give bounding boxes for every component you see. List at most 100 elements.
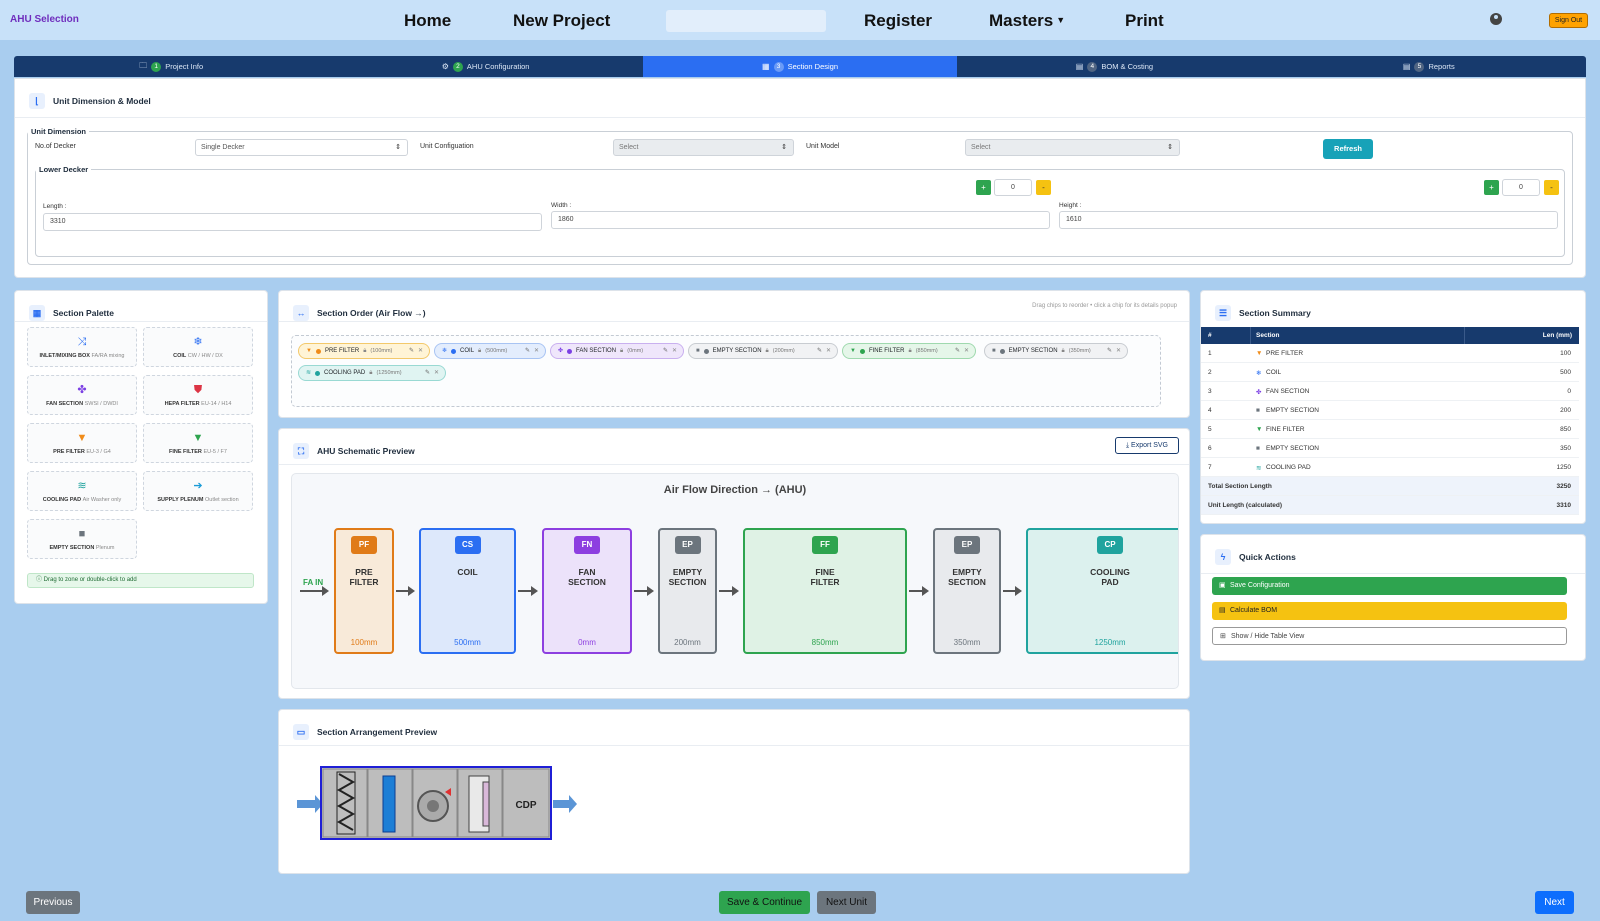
quick-actions-card: ϟ Quick Actions ▣ Save Configuration ▤ Calc…: [1200, 534, 1586, 661]
export-svg-button[interactable]: ⤓ Export SVG: [1115, 437, 1179, 454]
stepper-input[interactable]: 0: [1502, 179, 1540, 196]
increment-button[interactable]: +: [976, 180, 991, 195]
stepper-input[interactable]: 0: [994, 179, 1032, 196]
section-name: FINE FILTER: [745, 567, 905, 587]
remove-icon[interactable]: ✕: [826, 344, 831, 358]
remove-icon[interactable]: ✕: [418, 344, 423, 358]
palette-item-name: COIL: [173, 353, 187, 359]
nav-new-project[interactable]: New Project: [513, 11, 610, 31]
edit-icon[interactable]: ✎: [425, 366, 430, 380]
config-select[interactable]: Select: [613, 139, 794, 156]
chip-label: COIL: [460, 348, 475, 354]
section-chip[interactable]: ■ EMPTY SECTION 🔒︎ (350mm) ✎ ✕: [984, 343, 1128, 359]
palette-item-name: HEPA FILTER: [164, 401, 200, 407]
remove-icon[interactable]: ✕: [434, 366, 439, 380]
remove-icon[interactable]: ✕: [672, 344, 677, 358]
section-drop-zone[interactable]: ▼ PRE FILTER 🔒︎ (100mm) ✎ ✕ ❄ COIL 🔒︎ (500mm) ✎ ✕ ✤ F…: [291, 335, 1161, 407]
nav-blank-item[interactable]: [666, 10, 826, 32]
decrement-button[interactable]: -: [1544, 180, 1559, 195]
edit-icon[interactable]: ✎: [1107, 344, 1112, 358]
palette-item[interactable]: ≋ COOLING PAD Air Washer only: [27, 471, 137, 511]
schematic-section-box[interactable]: FN FAN SECTION 0mm: [542, 528, 632, 654]
schematic-section-box[interactable]: EP EMPTY SECTION 350mm: [933, 528, 1001, 654]
step-ahu-configuration[interactable]: ⚙ 2 AHU Configuration: [328, 56, 642, 77]
palette-item[interactable]: ➔ SUPPLY PLENUM Outlet section: [143, 471, 253, 511]
nav-register[interactable]: Register: [864, 11, 932, 31]
next-unit-button[interactable]: Next Unit: [817, 891, 876, 914]
remove-icon[interactable]: ✕: [534, 344, 539, 358]
chip-type-icon: ✤: [558, 348, 564, 354]
flow-arrow: [719, 586, 739, 596]
section-chip[interactable]: ❄ COIL 🔒︎ (500mm) ✎ ✕: [434, 343, 546, 359]
decker-select[interactable]: Single Decker: [195, 139, 408, 156]
step-project-info[interactable]: 🗀 1 Project Info: [14, 56, 328, 77]
step-bom-costing[interactable]: ▤ 4 BOM & Costing: [957, 56, 1271, 77]
palette-item[interactable]: ▼ PRE FILTER EU-3 / G4: [27, 423, 137, 463]
section-chip[interactable]: ✤ FAN SECTION 🔒︎ (0mm) ✎ ✕: [550, 343, 684, 359]
schematic-section-box[interactable]: CS COIL 500mm: [419, 528, 516, 654]
step-label: BOM & Costing: [1101, 62, 1154, 71]
remove-icon[interactable]: ✕: [964, 344, 969, 358]
increment-button[interactable]: +: [1484, 180, 1499, 195]
nav-print[interactable]: Print: [1125, 11, 1164, 31]
step-section-design[interactable]: ▦ 3 Section Design: [642, 56, 958, 77]
grid-icon: ▦: [762, 62, 770, 71]
table-row: 7 ≋ COOLING PAD 1250: [1201, 458, 1579, 477]
remove-icon[interactable]: ✕: [1116, 344, 1121, 358]
palette-item-label: PRE FILTER EU-3 / G4: [28, 449, 136, 455]
palette-item[interactable]: ✤ FAN SECTION SWSI / DWDI: [27, 375, 137, 415]
edit-icon[interactable]: ✎: [409, 344, 414, 358]
brand-logo[interactable]: AHU Selection: [10, 14, 79, 25]
palette-item[interactable]: ▼ FINE FILTER EU-5 / F7: [143, 423, 253, 463]
lock-icon: 🔒︎: [765, 348, 769, 354]
section-chip[interactable]: ▼ PRE FILTER 🔒︎ (100mm) ✎ ✕: [298, 343, 430, 359]
section-length: 500mm: [454, 638, 481, 647]
previous-button[interactable]: Previous: [26, 891, 80, 914]
edit-icon[interactable]: ✎: [525, 344, 530, 358]
palette-item-sub: FA/RA mixing: [91, 353, 125, 359]
section-name: FAN SECTION: [544, 567, 630, 587]
schematic-section-box[interactable]: CP COOLING PAD 1250mm: [1026, 528, 1178, 654]
width-input[interactable]: 1860: [551, 211, 1050, 229]
palette-item-label: INLET/MIXING BOX FA/RA mixing: [28, 353, 136, 359]
palette-item[interactable]: ■ EMPTY SECTION Plenum: [27, 519, 137, 559]
calculate-bom-button[interactable]: ▤ Calculate BOM: [1212, 602, 1567, 620]
user-icon[interactable]: [1490, 13, 1502, 25]
toggle-table-view-button[interactable]: ⊞ Show / Hide Table View: [1212, 627, 1567, 645]
nav-home[interactable]: Home: [404, 11, 451, 31]
section-name-line1: EMPTY: [952, 567, 982, 577]
schematic-section-box[interactable]: FF FINE FILTER 850mm: [743, 528, 907, 654]
model-select[interactable]: Select: [965, 139, 1180, 156]
chip-type-icon: ■: [696, 348, 700, 354]
step-reports[interactable]: ▤ 5 Reports: [1272, 56, 1586, 77]
save-continue-button[interactable]: Save & Continue: [719, 891, 810, 914]
edit-icon[interactable]: ✎: [817, 344, 822, 358]
decrement-button[interactable]: -: [1036, 180, 1051, 195]
table-row: 1 ▼ PRE FILTER 100: [1201, 344, 1579, 363]
schematic-section-box[interactable]: EP EMPTY SECTION 200mm: [658, 528, 717, 654]
edit-icon[interactable]: ✎: [663, 344, 668, 358]
height-input[interactable]: 1610: [1059, 211, 1558, 229]
lightning-icon: ϟ: [1215, 549, 1231, 565]
palette-item[interactable]: ⤨ INLET/MIXING BOX FA/RA mixing: [27, 327, 137, 367]
next-button[interactable]: Next: [1535, 891, 1574, 914]
chip-length: (500mm): [485, 348, 508, 354]
schematic-canvas: Air Flow Direction → (AHU) FA IN PF PRE FI…: [291, 473, 1179, 689]
step-label: Section Design: [787, 62, 839, 71]
section-chip[interactable]: ■ EMPTY SECTION 🔒︎ (200mm) ✎ ✕: [688, 343, 838, 359]
palette-item-label: EMPTY SECTION Plenum: [28, 545, 136, 551]
refresh-button[interactable]: Refresh: [1323, 139, 1373, 159]
save-configuration-button[interactable]: ▣ Save Configuration: [1212, 577, 1567, 595]
sign-out-button[interactable]: Sign Out: [1549, 13, 1588, 28]
section-chip[interactable]: ≋ COOLING PAD 🔒︎ (1250mm) ✎ ✕: [298, 365, 446, 381]
palette-item-icon: ➔: [193, 480, 203, 492]
edit-icon[interactable]: ✎: [955, 344, 960, 358]
palette-item[interactable]: ⛊ HEPA FILTER EU-14 / H14: [143, 375, 253, 415]
row-index: 2: [1208, 369, 1212, 376]
schematic-section-box[interactable]: PF PRE FILTER 100mm: [334, 528, 394, 654]
length-input[interactable]: 3310: [43, 213, 542, 231]
nav-masters[interactable]: Masters ▼: [989, 11, 1065, 31]
summary-title: Section Summary: [1239, 308, 1311, 318]
palette-item[interactable]: ❄ COIL CW / HW / DX: [143, 327, 253, 367]
section-chip[interactable]: ▼ FINE FILTER 🔒︎ (850mm) ✎ ✕: [842, 343, 976, 359]
